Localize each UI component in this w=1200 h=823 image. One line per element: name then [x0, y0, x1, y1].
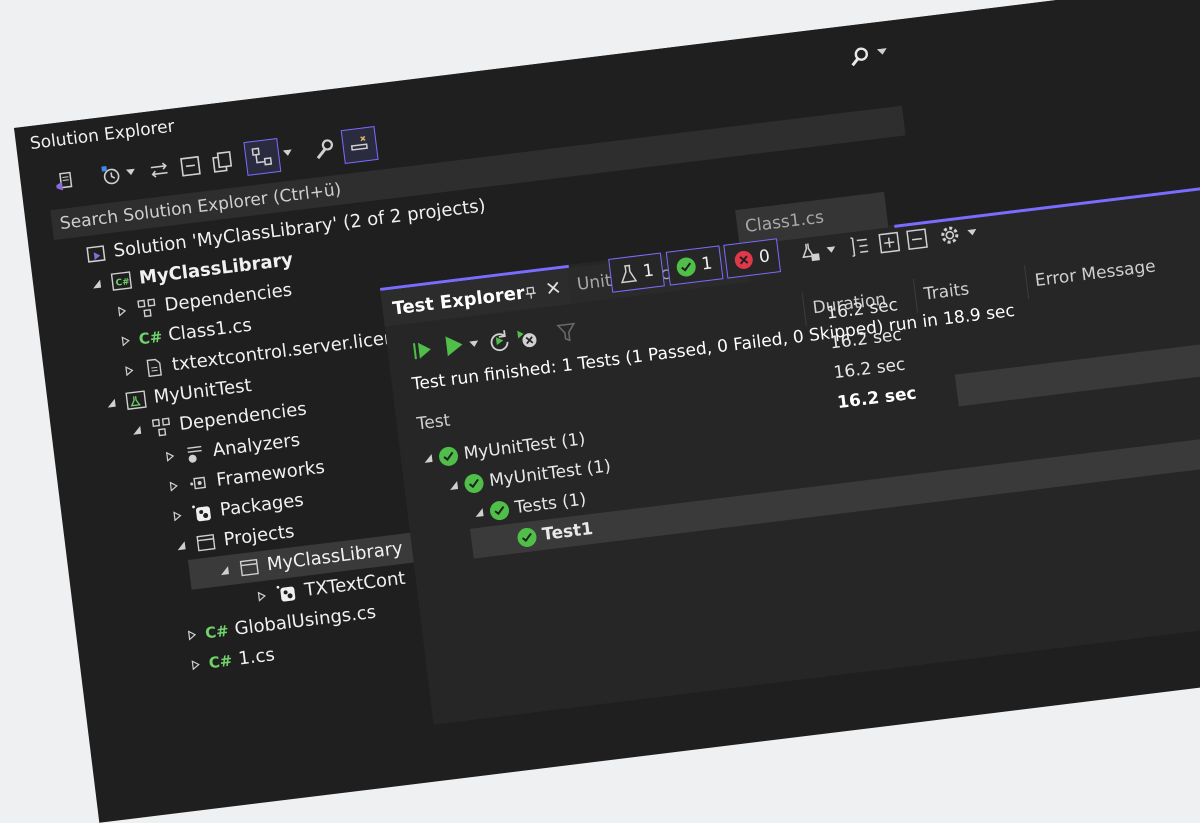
file-icon — [143, 357, 165, 379]
packages-icon — [191, 502, 213, 524]
sync-icon[interactable] — [142, 153, 175, 186]
run-failed-icon[interactable] — [411, 338, 436, 363]
passed-check-icon — [463, 472, 485, 494]
collapsed-arrow-icon[interactable] — [162, 449, 178, 465]
passed-check-icon — [516, 526, 538, 548]
csharp-file-icon: C# — [204, 621, 230, 643]
frameworks-icon — [188, 472, 210, 494]
expanded-arrow-icon[interactable] — [129, 422, 145, 438]
cancel-run-icon[interactable] — [514, 325, 539, 350]
preview-selected-icon[interactable] — [340, 126, 379, 164]
collapsed-arrow-icon[interactable] — [114, 303, 130, 319]
passed-tests-badge[interactable]: 1 — [665, 245, 724, 286]
collapsed-arrow-icon[interactable] — [166, 478, 182, 494]
show-all-files-icon[interactable] — [206, 145, 239, 178]
properties-wrench-icon[interactable] — [307, 133, 340, 166]
passed-check-icon — [488, 499, 511, 521]
solution-icon — [85, 243, 107, 265]
expanded-arrow-icon[interactable] — [173, 538, 189, 554]
failed-x-icon — [733, 249, 754, 270]
total-count: 1 — [641, 260, 655, 282]
gear-icon[interactable] — [936, 222, 963, 249]
search-icon[interactable] — [848, 45, 870, 67]
dependencies-icon — [150, 416, 172, 438]
tab-label: Class1.cs — [744, 207, 826, 237]
csharp-file-icon: C# — [207, 651, 234, 673]
switch-views-icon[interactable] — [47, 165, 80, 198]
test-name: Tests (1) — [513, 489, 588, 519]
group-by-icon[interactable] — [847, 234, 872, 259]
chevron-down-icon[interactable] — [826, 246, 836, 253]
passed-count: 1 — [700, 253, 714, 275]
playlist-icon[interactable] — [798, 240, 823, 265]
close-icon[interactable] — [544, 279, 562, 297]
package-icon — [276, 582, 298, 604]
chevron-down-icon[interactable] — [967, 228, 977, 236]
column-header-test[interactable]: Test — [416, 411, 452, 435]
solution-explorer-title: Solution Explorer — [28, 116, 176, 155]
expanded-arrow-icon[interactable] — [89, 276, 105, 292]
passed-check-icon — [675, 255, 697, 278]
expanded-arrow-icon[interactable] — [474, 507, 485, 518]
class-view-icon[interactable] — [243, 138, 282, 176]
collapsed-arrow-icon[interactable] — [118, 333, 134, 349]
test-project-icon — [125, 389, 147, 411]
analyzers-icon — [184, 442, 206, 464]
collapse-all-icon[interactable] — [905, 227, 930, 252]
failed-tests-badge[interactable]: 0 — [723, 238, 781, 279]
svg-text:C#: C# — [115, 277, 130, 289]
failed-count: 0 — [757, 246, 772, 268]
projects-icon — [195, 532, 217, 554]
expanded-arrow-icon[interactable] — [448, 480, 459, 491]
project-reference-icon — [238, 556, 260, 578]
pin-icon[interactable] — [523, 285, 539, 301]
chevron-down-icon[interactable] — [876, 48, 888, 55]
collapsed-arrow-icon[interactable] — [188, 657, 204, 673]
filter-icon[interactable] — [556, 320, 581, 345]
total-tests-badge[interactable]: 1 — [608, 252, 665, 293]
expand-all-icon[interactable] — [877, 230, 902, 255]
chevron-down-icon[interactable] — [125, 168, 136, 176]
duration-cell: 16.2 sec — [832, 354, 907, 384]
column-header-error-message[interactable]: Error Message — [1024, 244, 1196, 300]
collapsed-arrow-icon[interactable] — [254, 588, 270, 604]
repeat-last-run-icon[interactable] — [486, 327, 513, 354]
chevron-down-icon[interactable] — [469, 340, 479, 347]
csharp-project-icon: C# — [110, 270, 133, 292]
collapsed-arrow-icon[interactable] — [170, 508, 186, 524]
pending-changes-icon[interactable] — [95, 159, 128, 192]
tree-item-label: 1.cs — [237, 644, 276, 670]
duration-cell: 16.2 sec — [836, 383, 918, 414]
csharp-file-icon: C# — [137, 327, 164, 349]
collapsed-arrow-icon[interactable] — [122, 363, 138, 379]
expanded-arrow-icon[interactable] — [103, 395, 119, 411]
selected-row-highlight — [954, 335, 1200, 407]
run-all-icon[interactable] — [440, 332, 467, 359]
expanded-arrow-icon[interactable] — [423, 453, 434, 464]
dependencies-icon — [136, 297, 158, 319]
chevron-down-icon[interactable] — [282, 149, 293, 156]
passed-check-icon — [437, 445, 460, 467]
test-name: Test1 — [541, 518, 595, 545]
test-explorer-title: Test Explorer — [391, 282, 526, 320]
collapse-all-icon[interactable] — [174, 149, 207, 182]
flask-icon — [618, 263, 638, 285]
expanded-arrow-icon[interactable] — [217, 563, 233, 579]
